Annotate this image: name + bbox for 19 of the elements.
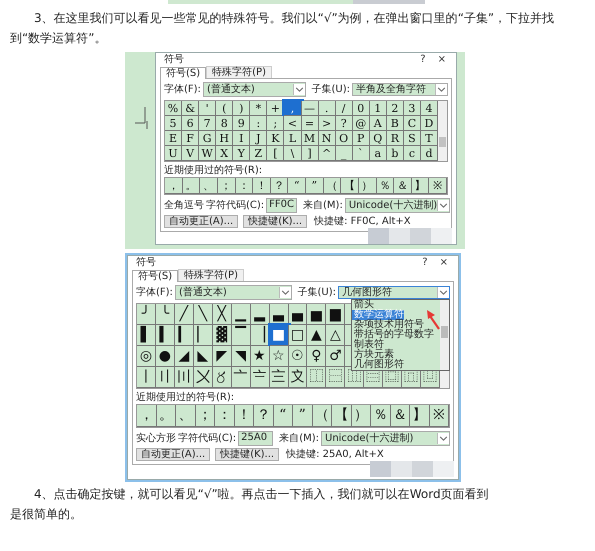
field-label: 字符代码(C):: [206, 200, 264, 211]
field-label: 子集(U):: [298, 287, 336, 298]
paragraph-line: 是很简单的。: [10, 506, 83, 523]
section-label: 近期使用过的符号(R):: [136, 392, 236, 403]
character-name: 全角逗号: [164, 200, 204, 211]
field-label: 字符代码(C):: [178, 433, 236, 444]
paragraph-line: 4、点击确定按键，就可以看见“√”啦。再点击一下插入，我们就可以在Word页面看到: [33, 486, 490, 503]
field-label: 字体(F):: [164, 84, 201, 95]
dialog-title: 符号: [136, 257, 157, 268]
shortcut-text: 快捷键: FF0C, Alt+X: [314, 216, 411, 227]
section-label: 近期使用过的符号(R):: [164, 165, 264, 176]
paragraph: 3、在这里我们可以看见一些常见的特殊符号。我们以“√”为例，在弹出窗口里的“子集”，下拉并找到“数学运算符”。: [9, 10, 556, 47]
dialog-title: 符号: [164, 54, 185, 65]
field-label: 子集(U):: [312, 84, 350, 95]
field-label: 字体(F):: [136, 287, 173, 298]
character-name: 实心方形: [136, 433, 176, 444]
field-label: 来自(M):: [279, 433, 319, 444]
field-label: 来自(M):: [303, 200, 343, 211]
shortcut-text: 快捷键: 25A0, Alt+X: [286, 449, 384, 460]
